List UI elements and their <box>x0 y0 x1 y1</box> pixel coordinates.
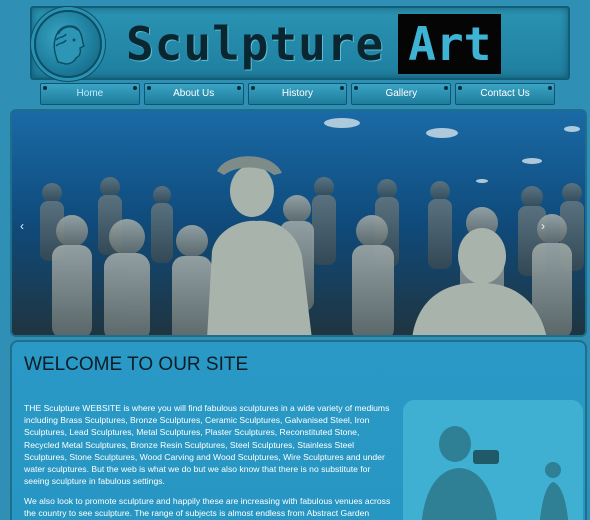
page-title: WELCOME TO OUR SITE <box>24 354 249 375</box>
nav-gallery[interactable]: Gallery <box>351 83 452 105</box>
rivet-decoration <box>340 86 345 90</box>
nav-home[interactable]: Home <box>40 83 140 105</box>
nav-home-label: Home <box>76 88 104 99</box>
title-word-sculpture: Sculpture <box>126 17 385 71</box>
main-nav: Home About Us History Gallery Contact Us <box>40 83 555 105</box>
rivet-decoration <box>43 86 47 90</box>
nav-contact-us[interactable]: Contact Us <box>455 83 555 105</box>
promo-paragraph: We also look to promote sculpture and ha… <box>24 496 391 519</box>
site-title[interactable]: Sculpture Art <box>120 12 560 76</box>
slideshow-prev-icon[interactable]: ‹ <box>16 219 28 233</box>
nav-about-us-label: About Us <box>173 88 215 99</box>
rivet-decoration <box>236 86 241 90</box>
diver-photo <box>403 400 583 520</box>
nav-contact-us-label: Contact Us <box>480 88 530 99</box>
rivet-decoration <box>146 86 151 90</box>
underwater-sculptures-image <box>12 111 585 335</box>
slideshow-next-icon[interactable]: › <box>537 219 549 233</box>
nav-history[interactable]: History <box>247 83 348 105</box>
rivet-decoration <box>132 86 137 90</box>
rivet-decoration <box>354 86 359 90</box>
rivet-decoration <box>458 86 463 90</box>
rivet-decoration <box>547 86 552 90</box>
rivet-decoration <box>444 86 449 90</box>
welcome-panel: WELCOME TO OUR SITE THE Sculpture WEBSIT… <box>10 340 587 520</box>
nav-gallery-label: Gallery <box>385 88 418 99</box>
nav-history-label: History <box>281 88 314 99</box>
rivet-decoration <box>250 86 255 90</box>
intro-paragraph: THE Sculpture WEBSITE is where you will … <box>24 403 390 487</box>
title-word-art: Art <box>398 14 502 74</box>
site-header: Sculpture Art <box>30 6 570 80</box>
nav-about-us[interactable]: About Us <box>143 83 244 105</box>
hero-slideshow[interactable]: ‹ › <box>10 109 587 337</box>
greek-head-medallion-icon[interactable] <box>34 10 102 78</box>
